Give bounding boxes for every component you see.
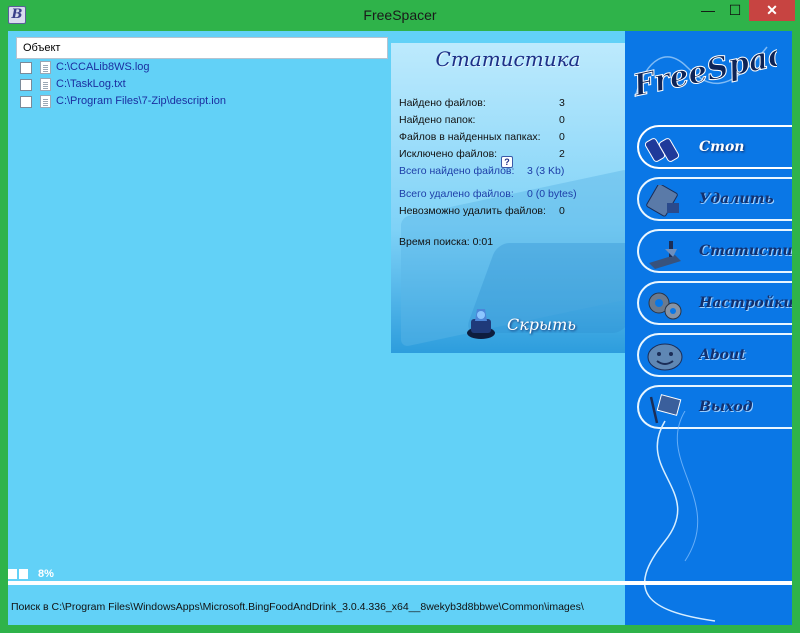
about-icon: [647, 343, 683, 371]
about-label: About: [699, 347, 746, 363]
found-folders-value: 0: [559, 114, 565, 126]
file-path: C:\CCALib8WS.log: [56, 61, 150, 73]
about-button[interactable]: About: [637, 333, 792, 377]
maximize-button[interactable]: ☐: [722, 0, 748, 21]
list-item[interactable]: C:\CCALib8WS.log: [16, 59, 388, 76]
statistics-label: Статистика: [699, 243, 792, 259]
client-area: Объект C:\CCALib8WS.log C:\TaskLog.txt C…: [8, 31, 792, 625]
status-bar: Поиск в C:\Program Files\WindowsApps\Mic…: [8, 585, 625, 625]
found-folders-label: Найдено папок:: [399, 114, 476, 126]
delete-label: Удалить: [699, 191, 774, 207]
file-list[interactable]: Объект C:\CCALib8WS.log C:\TaskLog.txt C…: [16, 37, 388, 557]
progress-fill: [8, 567, 625, 581]
file-path: C:\Program Files\7-Zip\descript.ion: [56, 95, 226, 107]
progress-percent: 8%: [38, 568, 54, 580]
settings-label: Настройки: [699, 295, 792, 311]
side-menu: FreeSpacer Стоп Удалить Статистика: [625, 31, 792, 625]
excluded-files-value: 2: [559, 148, 565, 160]
file-icon: [40, 78, 51, 91]
settings-icon: [648, 292, 682, 320]
status-text: Поиск в C:\Program Files\WindowsApps\Mic…: [11, 601, 584, 613]
stop-label: Стоп: [699, 139, 745, 155]
total-found-value: 3 (3 Kb): [527, 165, 565, 177]
statistics-panel: Статистика Найдено файлов: 3 Найдено пап…: [391, 43, 625, 353]
minimize-button[interactable]: —: [695, 0, 721, 21]
title-bar[interactable]: B FreeSpacer — ☐ ✕: [0, 0, 800, 31]
found-files-label: Найдено файлов:: [399, 97, 486, 109]
close-button[interactable]: ✕: [749, 0, 795, 21]
total-deleted-value: 0 (0 bytes): [527, 188, 577, 200]
file-path: C:\TaskLog.txt: [56, 78, 126, 90]
file-icon: [40, 61, 51, 74]
decorative-swirl: [644, 411, 716, 622]
total-deleted-label: Всего удалено файлов:: [399, 188, 514, 200]
list-item[interactable]: C:\Program Files\7-Zip\descript.ion: [16, 93, 388, 110]
settings-button[interactable]: Настройки: [637, 281, 792, 325]
divider: [625, 581, 792, 585]
delete-button[interactable]: Удалить: [637, 177, 792, 221]
found-files-value: 3: [559, 97, 565, 109]
search-time: Время поиска: 0:01: [399, 236, 494, 248]
window-title: FreeSpacer: [363, 7, 437, 23]
cannot-delete-value: 0: [559, 205, 565, 217]
help-icon[interactable]: ?: [501, 156, 513, 168]
svg-text:FreeSpacer: FreeSpacer: [629, 37, 777, 104]
freespacer-logo: FreeSpacer: [629, 37, 777, 105]
hide-icon: [467, 309, 495, 339]
progress-block: [8, 569, 17, 579]
list-item[interactable]: C:\TaskLog.txt: [16, 76, 388, 93]
file-icon: [40, 95, 51, 108]
row-checkbox[interactable]: [20, 96, 32, 108]
statistics-button[interactable]: Статистика: [637, 229, 792, 273]
cannot-delete-label: Невозможно удалить файлов:: [399, 205, 546, 217]
progress-bar: 8%: [8, 567, 625, 581]
total-found-label: Всего найдено файлов:: [399, 165, 515, 177]
excluded-files-label: Исключено файлов:: [399, 148, 498, 160]
progress-block: [19, 569, 28, 579]
files-in-folders-label: Файлов в найденных папках:: [399, 131, 541, 143]
stop-button[interactable]: Стоп: [637, 125, 792, 169]
statistics-title: Статистика: [435, 47, 581, 71]
column-header-object[interactable]: Объект: [16, 37, 388, 59]
row-checkbox[interactable]: [20, 79, 32, 91]
delete-icon: [646, 185, 679, 217]
row-checkbox[interactable]: [20, 62, 32, 74]
statistics-icon: [649, 241, 681, 269]
stop-icon: [645, 138, 680, 162]
hide-label: Скрыть: [507, 315, 576, 334]
files-in-folders-value: 0: [559, 131, 565, 143]
